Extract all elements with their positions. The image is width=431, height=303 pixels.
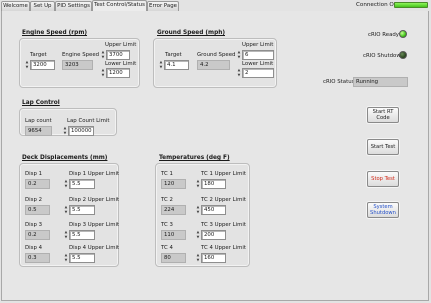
increment-decrement-arrows-icon[interactable]: ▲ ▼ <box>101 68 105 78</box>
deck-displacements-title: Deck Displacements (mm) <box>22 155 108 161</box>
ground-lower-limit-label: Lower Limit <box>242 61 274 67</box>
disp-1-upper-limit-input[interactable]: 5.5 <box>69 179 95 189</box>
tc-1-label: TC 1 <box>161 171 173 177</box>
engine-speed-label: Engine Speed <box>62 52 100 58</box>
disp-1-upper-limit-label: Disp 1 Upper Limit <box>69 171 120 177</box>
green-led-on-icon <box>399 30 407 38</box>
increment-decrement-arrows-icon[interactable]: ▲ ▼ <box>196 205 200 215</box>
increment-decrement-arrows-icon[interactable]: ▲ ▼ <box>237 68 241 78</box>
engine-target-input[interactable]: 3200 <box>30 60 55 70</box>
engine-speed-indicator: 3203 <box>62 60 93 70</box>
increment-decrement-arrows-icon[interactable]: ▲ ▼ <box>196 253 200 263</box>
disp-2-label: Disp 2 <box>25 197 43 203</box>
disp-2-indicator: 0.5 <box>25 205 50 215</box>
tc-3-upper-limit-input[interactable]: 200 <box>201 230 226 240</box>
increment-decrement-arrows-icon[interactable]: ▲ ▼ <box>196 179 200 189</box>
disp-3-upper-limit-input[interactable]: 5.5 <box>69 230 95 240</box>
increment-decrement-arrows-icon[interactable]: ▲ ▼ <box>64 179 68 189</box>
tc-3-upper-limit-label: TC 3 Upper Limit <box>201 222 246 228</box>
tc-1-indicator: 120 <box>161 179 186 189</box>
system-shutdown-button[interactable]: System Shutdown <box>367 202 399 218</box>
lap-count-limit-label: Lap Count Limit <box>67 118 110 124</box>
ground-speed-label: Ground Speed <box>197 52 236 58</box>
tc-4-upper-limit-label: TC 4 Upper Limit <box>201 245 246 251</box>
increment-decrement-arrows-icon[interactable]: ▲ ▼ <box>64 253 68 263</box>
ground-lower-limit-input[interactable]: 2 <box>242 68 274 78</box>
start-test-label: Start Test <box>370 144 396 150</box>
tab-set-up[interactable]: Set Up <box>30 1 55 11</box>
connection-status-indicator <box>394 2 428 8</box>
lap-count-indicator: 9654 <box>25 126 52 136</box>
dark-led-off-icon <box>399 51 407 59</box>
disp-2-upper-limit-input[interactable]: 5.5 <box>69 205 95 215</box>
tc-4-upper-limit-input[interactable]: 160 <box>201 253 226 263</box>
ground-target-label: Target <box>165 52 182 58</box>
connection-label: Connection OK <box>356 2 398 8</box>
disp-1-indicator: 0.2 <box>25 179 50 189</box>
disp-4-upper-limit-label: Disp 4 Upper Limit <box>69 245 120 251</box>
system-shutdown-label-line2: Shutdown <box>370 210 396 216</box>
disp-3-upper-limit-label: Disp 3 Upper Limit <box>69 222 120 228</box>
engine-speed-title: Engine Speed (rpm) <box>22 30 88 36</box>
tc-2-upper-limit-label: TC 2 Upper Limit <box>201 197 246 203</box>
tab-error-page[interactable]: Error Page <box>147 1 179 11</box>
tc-4-indicator: 80 <box>161 253 186 263</box>
ground-speed-indicator: 4.2 <box>197 60 230 70</box>
tab-pid-settings[interactable]: PID Settings <box>55 1 92 11</box>
increment-decrement-arrows-icon[interactable]: ▲ ▼ <box>64 230 68 240</box>
engine-target-label: Target <box>30 52 47 58</box>
crio-shutdown-label: cRIO Shutdown <box>363 53 405 59</box>
tc-2-label: TC 2 <box>161 197 173 203</box>
tc-4-label: TC 4 <box>161 245 173 251</box>
temperatures-title: Temperatures (deg F) <box>159 155 230 161</box>
tc-3-label: TC 3 <box>161 222 173 228</box>
engine-upper-limit-label: Upper Limit <box>105 42 137 48</box>
crio-ready-label: cRIO Ready <box>368 32 399 38</box>
disp-4-upper-limit-input[interactable]: 5.5 <box>69 253 95 263</box>
disp-4-indicator: 0.3 <box>25 253 50 263</box>
start-test-button[interactable]: Start Test <box>367 139 399 155</box>
tc-2-upper-limit-input[interactable]: 450 <box>201 205 226 215</box>
disp-4-label: Disp 4 <box>25 245 43 251</box>
crio-status-label: cRIO Status <box>323 79 355 85</box>
increment-decrement-arrows-icon[interactable]: ▲ ▼ <box>101 50 105 60</box>
lap-count-limit-input[interactable]: 100000 <box>68 126 94 136</box>
tab-welcome[interactable]: Welcome <box>1 1 30 11</box>
increment-decrement-arrows-icon[interactable]: ▲ ▼ <box>237 50 241 60</box>
disp-1-label: Disp 1 <box>25 171 43 177</box>
disp-2-upper-limit-label: Disp 2 Upper Limit <box>69 197 120 203</box>
crio-status-indicator: Running <box>353 77 408 87</box>
tc-1-upper-limit-input[interactable]: 180 <box>201 179 226 189</box>
ground-target-input[interactable]: 4.1 <box>164 60 189 70</box>
tc-2-indicator: 224 <box>161 205 186 215</box>
lap-control-title: Lap Control <box>22 100 60 106</box>
start-rt-code-label: Start RT Code <box>372 109 394 121</box>
ground-upper-limit-label: Upper Limit <box>242 42 274 48</box>
ground-speed-title: Ground Speed (mph) <box>157 30 225 36</box>
tab-test-control-status[interactable]: Test Control/Status <box>92 0 147 11</box>
engine-lower-limit-label: Lower Limit <box>105 61 137 67</box>
tc-3-indicator: 110 <box>161 230 186 240</box>
increment-decrement-arrows-icon[interactable]: ▲ ▼ <box>25 60 29 70</box>
increment-decrement-arrows-icon[interactable]: ▲ ▼ <box>159 60 163 70</box>
stop-test-button[interactable]: Stop Test <box>367 171 399 187</box>
increment-decrement-arrows-icon[interactable]: ▲ ▼ <box>64 205 68 215</box>
increment-decrement-arrows-icon[interactable]: ▲ ▼ <box>63 126 67 136</box>
engine-lower-limit-input[interactable]: 1200 <box>106 68 130 78</box>
start-rt-code-button[interactable]: Start RT Code <box>367 107 399 123</box>
tc-1-upper-limit-label: TC 1 Upper Limit <box>201 171 246 177</box>
increment-decrement-arrows-icon[interactable]: ▲ ▼ <box>196 230 200 240</box>
disp-3-indicator: 0.2 <box>25 230 50 240</box>
stop-test-label: Stop Test <box>371 176 395 182</box>
lap-count-label: Lap count <box>25 118 52 124</box>
engine-upper-limit-input[interactable]: 3700 <box>106 50 130 60</box>
disp-3-label: Disp 3 <box>25 222 43 228</box>
ground-upper-limit-input[interactable]: 6 <box>242 50 274 60</box>
